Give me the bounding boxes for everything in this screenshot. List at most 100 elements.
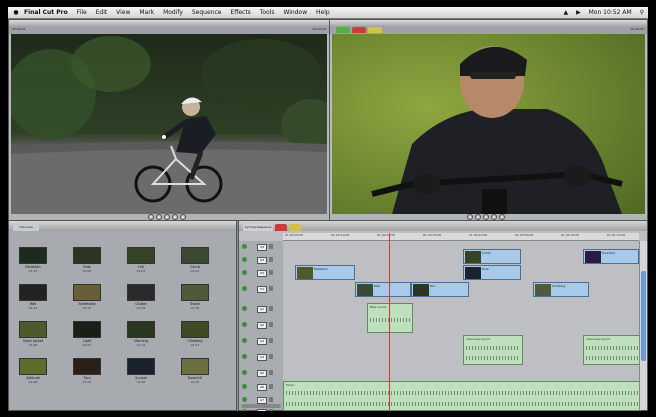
clip-item[interactable]: Hill 01:02	[123, 247, 159, 275]
lock-icon[interactable]	[269, 306, 273, 311]
timeline-ruler[interactable]: 01:00:00:00 01:00:10:00 01:00:20:00 01:0…	[283, 233, 639, 241]
volume-icon[interactable]: ▶	[576, 9, 581, 16]
clip-item[interactable]: Climb 01:01	[177, 247, 213, 275]
menu-mark[interactable]: Mark	[139, 9, 154, 16]
track-header[interactable]: A2	[239, 319, 283, 330]
track-header[interactable]: A1	[239, 303, 283, 314]
canvas-video[interactable]	[332, 34, 645, 214]
timeline-scrollbar[interactable]	[639, 241, 647, 410]
clip-thumbnail	[127, 247, 155, 264]
track-header[interactable]: A3	[239, 335, 283, 346]
track-header[interactable]: A6	[239, 381, 283, 392]
viewer-timecode-left[interactable]: 00:00:01	[12, 27, 25, 31]
track-header[interactable]: V1	[239, 283, 283, 294]
wifi-icon[interactable]: ▲	[564, 9, 569, 16]
canvas-tab-filters[interactable]	[368, 27, 382, 33]
track-visibility-icon[interactable]	[242, 322, 247, 327]
lock-icon[interactable]	[269, 270, 273, 275]
video-clip[interactable]: Downhill	[583, 249, 639, 264]
track-visibility-icon[interactable]	[242, 286, 247, 291]
canvas-tab-video[interactable]	[336, 27, 350, 33]
clip-name: Hill	[430, 284, 435, 288]
audio-clip[interactable]: Interview sound	[583, 335, 641, 365]
video-clip[interactable]: Climbing	[533, 282, 589, 297]
audio-clip[interactable]: Bike sound	[367, 303, 413, 333]
clip-name: Music	[286, 383, 295, 387]
clip-duration: 01:10	[190, 380, 200, 384]
menu-app[interactable]: Final Cut Pro	[24, 9, 68, 16]
lock-icon[interactable]	[269, 338, 273, 343]
lock-icon[interactable]	[269, 322, 273, 327]
track-visibility-icon[interactable]	[242, 384, 247, 389]
clip-item[interactable]: Clutter 01:03	[123, 284, 159, 312]
playhead[interactable]	[389, 233, 390, 410]
timeline-tab-red[interactable]	[275, 224, 287, 231]
clip-item[interactable]: Attitude 01:08	[15, 358, 51, 386]
clip-item[interactable]: Light 01:01	[69, 321, 105, 349]
track-visibility-icon[interactable]	[242, 397, 247, 402]
clip-item[interactable]: Establish 01:13	[15, 247, 51, 275]
video-clip[interactable]: Ride	[463, 265, 521, 280]
track-header[interactable]: A5	[239, 367, 283, 378]
timeline-tab-yellow[interactable]	[289, 224, 301, 231]
lock-icon[interactable]	[269, 409, 273, 411]
lock-icon[interactable]	[269, 257, 273, 262]
menu-window[interactable]: Window	[283, 9, 307, 16]
video-clip[interactable]: Hill	[411, 282, 469, 297]
menu-modify[interactable]: Modify	[163, 9, 183, 16]
clip-name: Interview sound	[466, 337, 491, 341]
video-clip[interactable]: Establish	[295, 265, 355, 280]
canvas-tab-stereo[interactable]	[352, 27, 366, 33]
timeline-tab[interactable]: Cycling Sequence	[243, 224, 273, 231]
clip-item[interactable]: Travel 01:08	[177, 284, 213, 312]
clip-item[interactable]: Morning 01:12	[123, 321, 159, 349]
zoom-slider[interactable]	[241, 404, 281, 408]
audio-clip[interactable]: Music	[283, 381, 641, 411]
track-visibility-icon[interactable]	[242, 306, 247, 311]
scrollbar-thumb[interactable]	[641, 271, 646, 361]
track-visibility-icon[interactable]	[242, 338, 247, 343]
clip-item[interactable]: Climbing 01:07	[177, 321, 213, 349]
track-visibility-icon[interactable]	[242, 354, 247, 359]
clip-item[interactable]: Sunset 01:08	[123, 358, 159, 386]
track-header[interactable]: A4	[239, 351, 283, 362]
clip-item[interactable]: Turn 01:02	[69, 358, 105, 386]
video-clip[interactable]: Climb	[463, 249, 521, 264]
spotlight-icon[interactable]: ⚲	[640, 9, 644, 16]
apple-menu-icon[interactable]: ●	[12, 7, 20, 18]
track-visibility-icon[interactable]	[242, 257, 247, 262]
menu-edit[interactable]: Edit	[96, 9, 108, 16]
canvas-timecode-right[interactable]: 00:00:02	[631, 27, 644, 31]
clip-item[interactable]: Ride 01:05	[69, 247, 105, 275]
viewer-timecode-right[interactable]: 00:00:09	[313, 27, 326, 31]
lock-icon[interactable]	[269, 397, 273, 402]
viewer-video[interactable]	[11, 34, 327, 214]
browser-tab[interactable]: Interview	[13, 224, 39, 231]
track-header[interactable]: V2	[239, 267, 283, 278]
menu-view[interactable]: View	[116, 9, 130, 16]
clip-item[interactable]: Downhill 01:10	[177, 358, 213, 386]
track-header[interactable]: V3	[239, 254, 283, 265]
clip-item[interactable]: Streetside 01:12	[69, 284, 105, 312]
track-visibility-icon[interactable]	[242, 244, 247, 249]
clip-item[interactable]: Wet 01:03	[15, 284, 51, 312]
track-label: V3	[257, 257, 267, 264]
menu-file[interactable]: File	[77, 9, 87, 16]
lock-icon[interactable]	[269, 244, 273, 249]
menu-tools[interactable]: Tools	[260, 9, 275, 16]
audio-clip[interactable]: Interview sound	[463, 335, 523, 365]
track-header[interactable]: V4	[239, 241, 283, 252]
lock-icon[interactable]	[269, 286, 273, 291]
menu-help[interactable]: Help	[316, 9, 330, 16]
track-visibility-icon[interactable]	[242, 370, 247, 375]
lock-icon[interactable]	[269, 384, 273, 389]
clock[interactable]: Mon 10:52 AM	[589, 9, 632, 16]
menu-effects[interactable]: Effects	[230, 9, 250, 16]
menu-sequence[interactable]: Sequence	[192, 9, 222, 16]
clip-item[interactable]: Open Jacket 01:08	[15, 321, 51, 349]
track-visibility-icon[interactable]	[242, 409, 247, 411]
video-clip[interactable]: Wet	[355, 282, 411, 297]
lock-icon[interactable]	[269, 354, 273, 359]
lock-icon[interactable]	[269, 370, 273, 375]
track-visibility-icon[interactable]	[242, 270, 247, 275]
